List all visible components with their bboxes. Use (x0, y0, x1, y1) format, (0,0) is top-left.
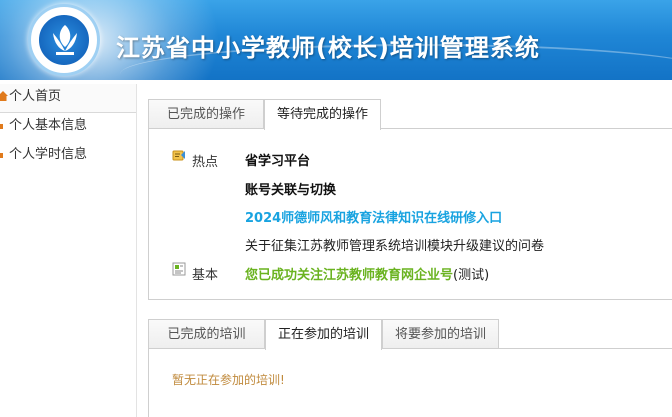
page: 江苏省中小学教师(校长)培训管理系统 个人首页 个人基本信息 个人学时信息 已完… (0, 0, 672, 417)
sidebar-item-home[interactable]: 个人首页 (0, 84, 136, 113)
basic-label: 基本 (192, 268, 219, 283)
sidebar-item-hours-info[interactable]: 个人学时信息 (0, 142, 136, 171)
header-banner: 江苏省中小学教师(校长)培训管理系统 (0, 0, 672, 80)
sidebar-item-label: 个人学时信息 (9, 147, 88, 162)
tab-completed-training[interactable]: 已完成的培训 (148, 319, 265, 349)
tab-current-training[interactable]: 正在参加的培训 (265, 319, 382, 350)
basic-link-enterprise-account[interactable]: 您已成功关注江苏教师教育网企业号 (245, 268, 453, 283)
hot-icon (172, 150, 185, 161)
training-empty-message: 暂无正在参加的培训! (172, 373, 285, 387)
hot-link-ethics-training[interactable]: 2024师德师风和教育法律知识在线研修入口 (245, 211, 502, 226)
sidebar-item-label: 个人基本信息 (9, 118, 88, 133)
site-logo-icon (28, 4, 100, 76)
basic-link-suffix: (测试) (453, 268, 490, 283)
tab-pending-ops[interactable]: 等待完成的操作 (264, 99, 381, 130)
tab-upcoming-training[interactable]: 将要参加的培训 (382, 319, 499, 349)
bullet-icon (0, 124, 3, 129)
sidebar-item-basic-info[interactable]: 个人基本信息 (0, 113, 136, 142)
hot-link-account-switch[interactable]: 账号关联与切换 (245, 183, 336, 198)
hot-link-survey[interactable]: 关于征集江苏教师管理系统培训模块升级建议的问卷 (245, 239, 544, 254)
sidebar-item-label: 个人首页 (9, 89, 62, 104)
basic-icon (172, 262, 186, 276)
hot-label: 热点 (192, 155, 219, 170)
sidebar: 个人首页 个人基本信息 个人学时信息 (0, 84, 137, 417)
site-title: 江苏省中小学教师(校长)培训管理系统 (116, 34, 540, 62)
tab-completed-ops[interactable]: 已完成的操作 (148, 99, 264, 129)
hot-link-learning-platform[interactable]: 省学习平台 (245, 154, 310, 169)
home-icon (0, 91, 8, 101)
bullet-icon (0, 153, 3, 158)
